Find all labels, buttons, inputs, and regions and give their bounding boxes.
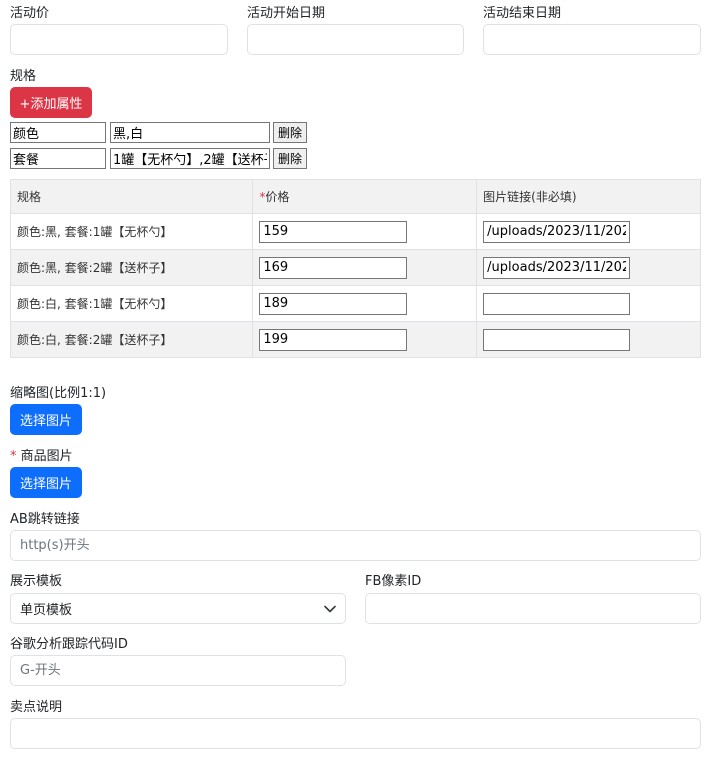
- table-row: 颜色:白, 套餐:2罐【送杯子】: [9, 321, 701, 358]
- sku-spec: 颜色:白, 套餐:1罐【无杯勺】: [9, 285, 254, 322]
- table-row: 颜色:白, 套餐:1罐【无杯勺】: [9, 285, 701, 322]
- sku-image-input[interactable]: [483, 292, 631, 315]
- sku-price-input[interactable]: [259, 256, 408, 279]
- table-row: 颜色:黑, 套餐:2罐【送杯子】: [9, 249, 701, 286]
- attribute-values-input[interactable]: [110, 148, 270, 169]
- sku-price-input[interactable]: [259, 220, 408, 243]
- header-spec: 规格: [9, 179, 254, 214]
- attribute-name-input[interactable]: [10, 148, 106, 169]
- end-date-input[interactable]: [483, 24, 701, 55]
- delete-attribute-button[interactable]: 删除: [273, 148, 308, 169]
- sku-image-input[interactable]: [483, 328, 631, 351]
- sku-spec: 颜色:黑, 套餐:2罐【送杯子】: [9, 249, 254, 286]
- ga-input[interactable]: [10, 655, 346, 686]
- required-mark: *: [10, 449, 17, 464]
- start-date-label: 活动开始日期: [247, 6, 326, 21]
- attribute-values-input[interactable]: [110, 122, 270, 143]
- template-select[interactable]: 单页模板: [10, 593, 346, 624]
- add-attribute-button[interactable]: +添加属性: [10, 87, 92, 118]
- selling-points-input[interactable]: [10, 718, 701, 749]
- activity-price-label: 活动价: [10, 6, 50, 21]
- table-row: 颜色:黑, 套餐:1罐【无杯勺】: [9, 213, 701, 250]
- sku-table: 规格 *价格 图片链接(非必填) 颜色:黑, 套餐:1罐【无杯勺】 颜色:黑, …: [9, 179, 701, 358]
- sku-price-input[interactable]: [259, 328, 408, 351]
- ab-link-label: AB跳转链接: [10, 512, 80, 527]
- attribute-name-input[interactable]: [10, 122, 106, 143]
- sku-table-header: 规格 *价格 图片链接(非必填): [9, 179, 701, 214]
- sku-image-input[interactable]: [483, 256, 631, 279]
- select-thumbnail-button[interactable]: 选择图片: [10, 404, 82, 435]
- template-label: 展示模板: [10, 574, 63, 589]
- sku-spec: 颜色:黑, 套餐:1罐【无杯勺】: [9, 213, 254, 250]
- spec-label: 规格: [10, 69, 37, 84]
- sku-spec: 颜色:白, 套餐:2罐【送杯子】: [9, 321, 254, 358]
- ab-link-input[interactable]: [10, 530, 701, 561]
- chevron-down-icon: [324, 605, 336, 612]
- select-product-images-button[interactable]: 选择图片: [10, 467, 82, 498]
- ga-label: 谷歌分析跟踪代码ID: [10, 637, 128, 652]
- template-selected-value: 单页模板: [20, 603, 73, 618]
- header-image: 图片链接(非必填): [476, 179, 701, 214]
- activity-price-input[interactable]: [10, 24, 228, 55]
- header-price: *价格: [252, 179, 478, 214]
- fb-pixel-input[interactable]: [365, 593, 701, 624]
- selling-points-label: 卖点说明: [10, 700, 63, 715]
- sku-price-input[interactable]: [259, 292, 408, 315]
- start-date-input[interactable]: [247, 24, 464, 55]
- thumbnail-label: 缩略图(比例1:1): [10, 386, 107, 401]
- end-date-label: 活动结束日期: [483, 6, 562, 21]
- fb-pixel-label: FB像素ID: [365, 574, 422, 589]
- product-images-label: * 商品图片: [10, 449, 73, 464]
- sku-image-input[interactable]: [483, 220, 631, 243]
- delete-attribute-button[interactable]: 删除: [273, 122, 308, 143]
